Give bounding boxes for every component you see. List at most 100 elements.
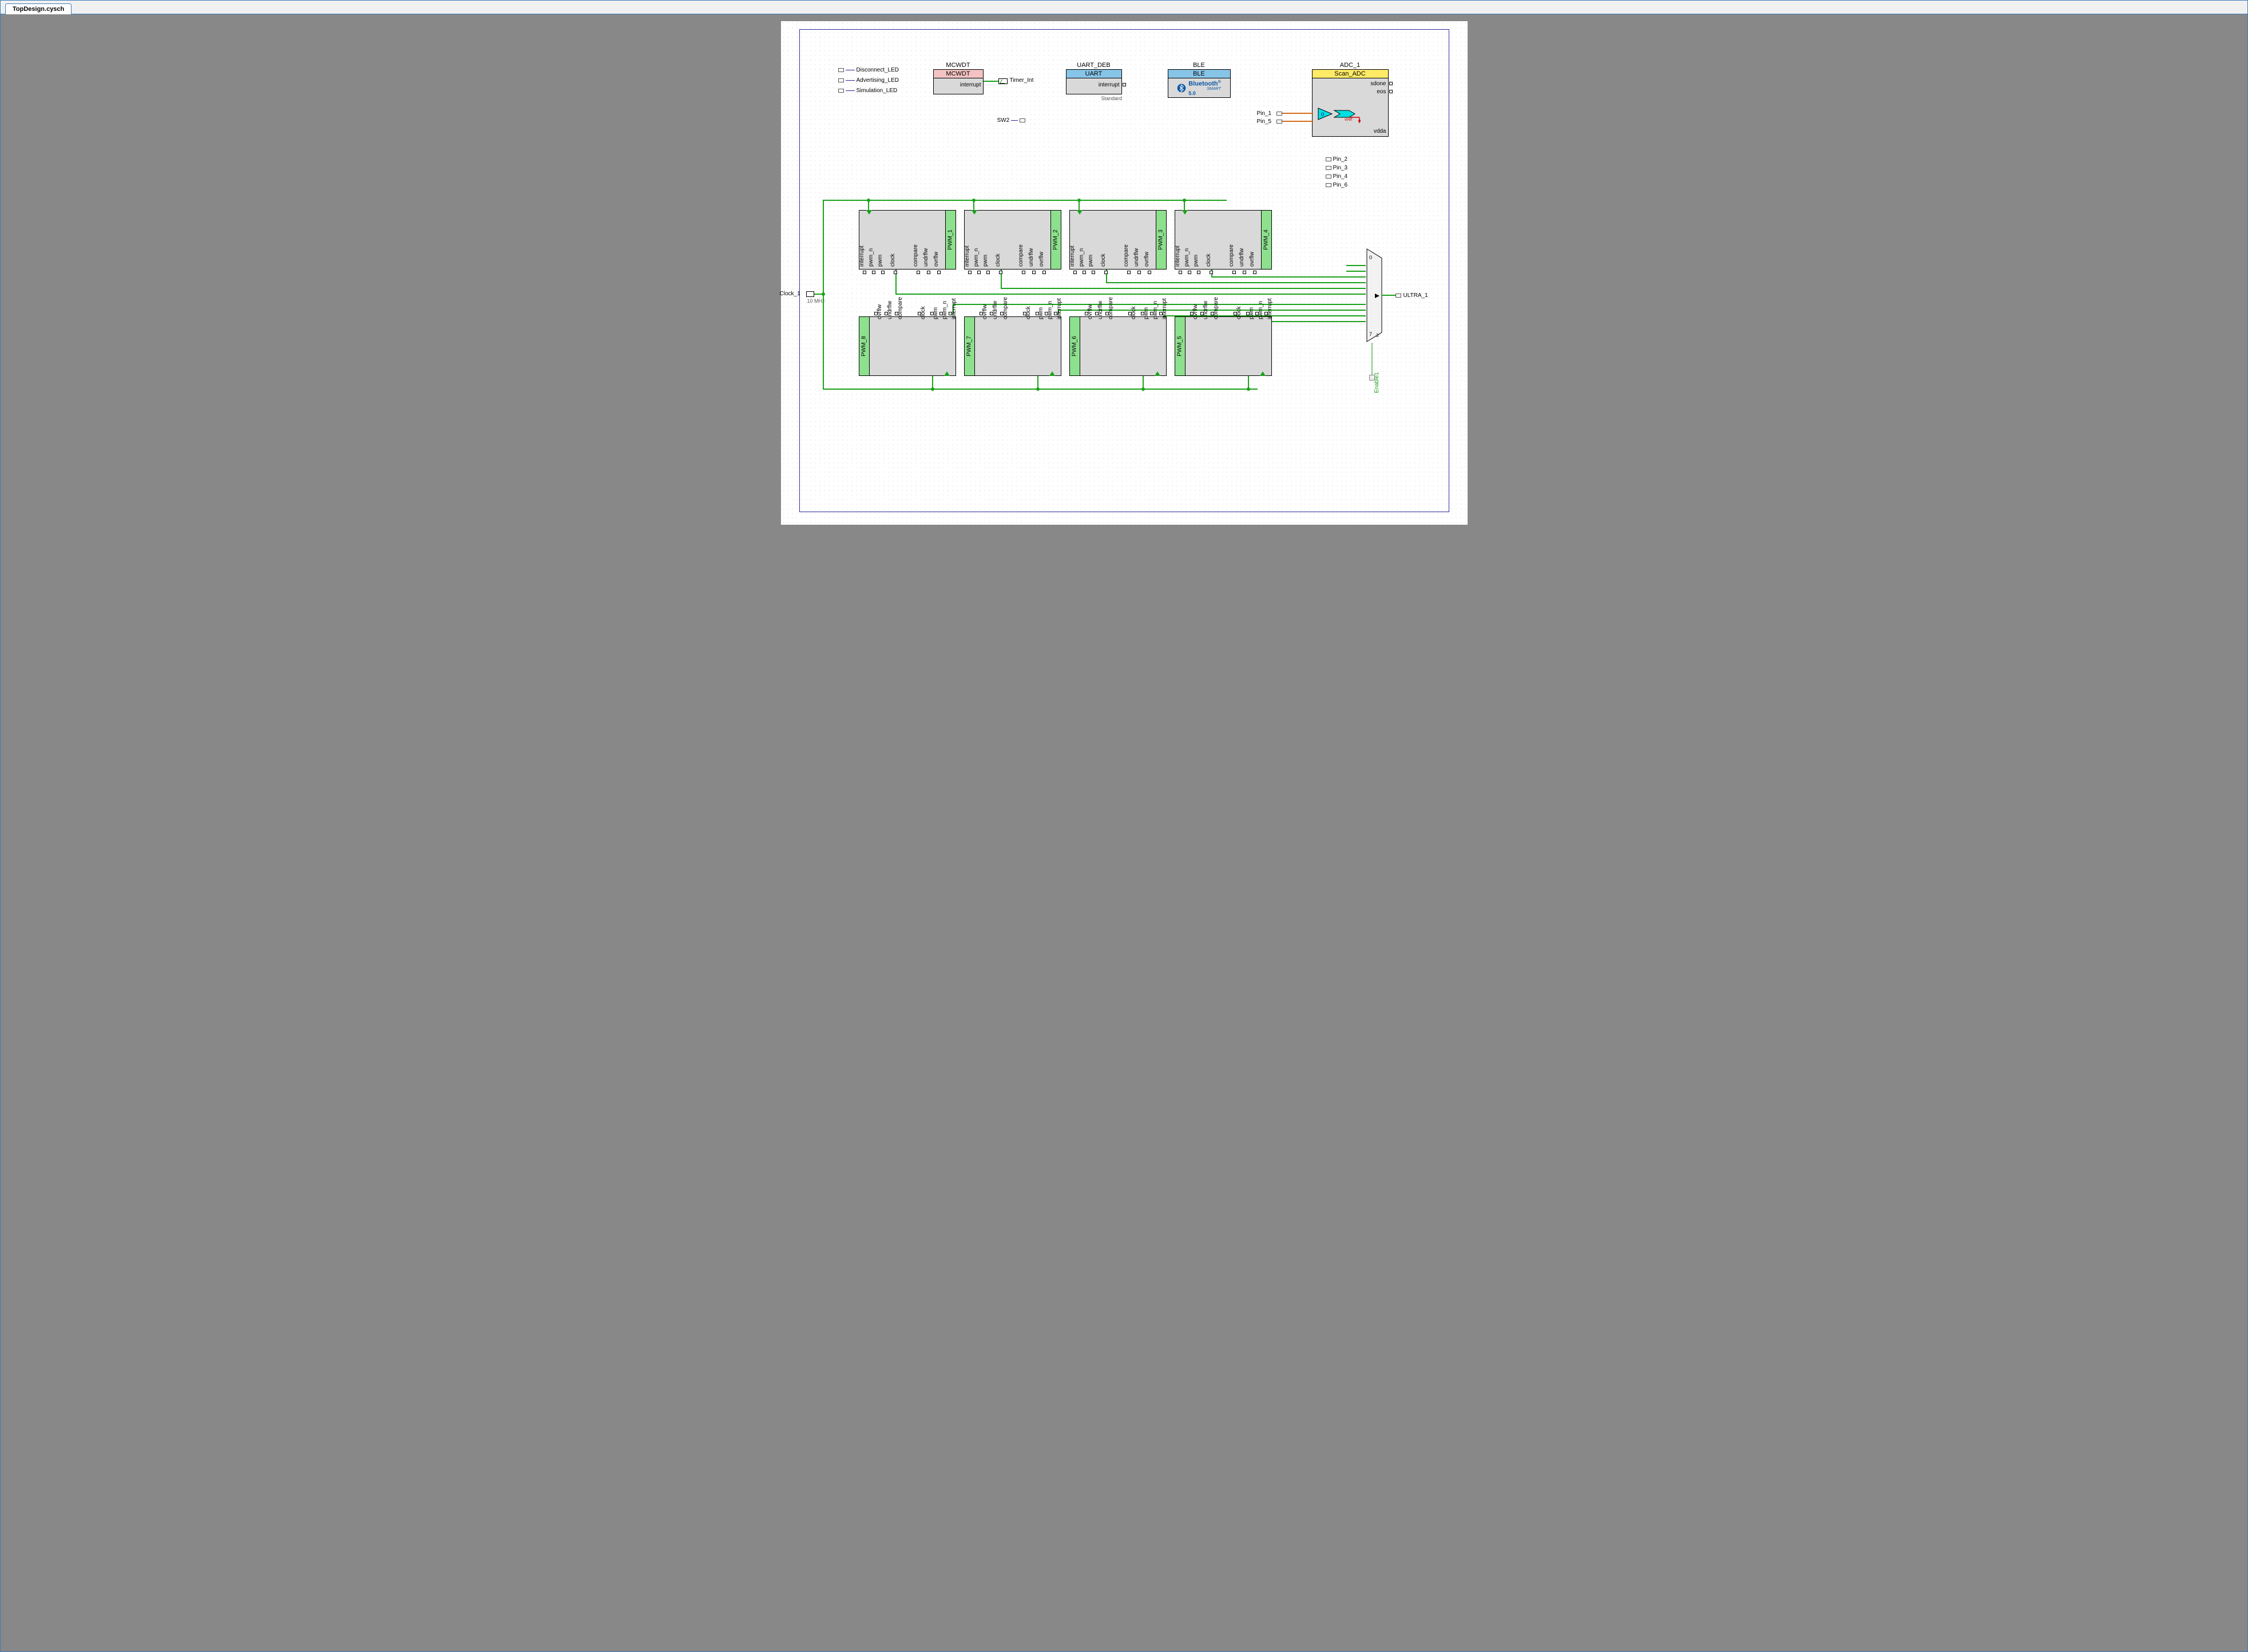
pwm-clock-arrow — [866, 210, 872, 215]
port-pin-icon — [1148, 271, 1151, 274]
bluetooth-icon — [1177, 84, 1186, 93]
pwm-port-compare: compare — [1228, 244, 1235, 267]
port-pin-icon — [874, 312, 878, 315]
pwm-block[interactable]: PWM_4interruptpwm_npwmclockcompareundrfl… — [1175, 210, 1272, 270]
uart-block[interactable]: UART interrupt — [1066, 69, 1122, 94]
pwm-port-compare: compare — [1123, 244, 1129, 267]
pwm-port-undrflw: undrflw — [1239, 248, 1245, 267]
pwm-port-pwm_n: pwm_n — [973, 248, 980, 267]
pwm-port-interrupt: interrupt — [1069, 245, 1076, 267]
port-pin-icon — [1141, 312, 1144, 315]
wire-analog — [1282, 121, 1313, 122]
wire — [823, 200, 1227, 201]
pwm-port-interrupt: interrupt — [859, 245, 865, 267]
pwm-port-pwm_n: pwm_n — [1047, 301, 1053, 319]
pin-label: Disconnect_LED — [857, 67, 899, 73]
port-pin-icon — [939, 312, 943, 315]
port-pin-icon — [1023, 312, 1026, 315]
pin-6[interactable]: Pin_6 — [1326, 182, 1348, 188]
pwm-side: PWM_1 — [945, 211, 956, 269]
pwm-clock-arrow — [1049, 371, 1055, 376]
port-pin-icon — [881, 271, 885, 274]
svg-text:0: 0 — [1321, 112, 1324, 117]
pwm-port-clock: clock — [995, 253, 1001, 267]
port-pin-icon — [1036, 312, 1039, 315]
port-pin-icon — [930, 312, 934, 315]
wire-node — [867, 199, 870, 202]
pin-advertising-led[interactable]: Advertising_LED — [838, 77, 899, 84]
pwm-block[interactable]: PWM_6interruptpwm_npwmclockcompareundrfl… — [1069, 316, 1167, 376]
port-pin-icon — [1032, 271, 1036, 274]
pwm-side-label: PWM_5 — [1177, 336, 1183, 356]
schematic-sheet[interactable]: Disconnect_LED Advertising_LED Simulatio… — [781, 21, 1468, 525]
pwm-block[interactable]: PWM_8interruptpwm_npwmclockcompareundrfl… — [859, 316, 956, 376]
pin-icon[interactable] — [1395, 294, 1401, 298]
pin-3[interactable]: Pin_3 — [1326, 165, 1348, 171]
wire — [1346, 282, 1366, 283]
port-pin-icon — [1159, 312, 1163, 315]
port-pin-icon — [1243, 271, 1246, 274]
pwm-port-compare: compare — [1108, 297, 1114, 319]
pwm-port-compare: compare — [1018, 244, 1024, 267]
adc-block[interactable]: Scan_ADC sdone eos 0 vref — [1312, 69, 1389, 137]
mcwdt-block[interactable]: MCWDT interrupt — [933, 69, 984, 94]
port-pin-icon — [1389, 90, 1393, 93]
pwm-clock-arrow — [1155, 371, 1160, 376]
clock-icon[interactable] — [806, 291, 814, 297]
pwm-block[interactable]: PWM_1interruptpwm_npwmclockcompareundrfl… — [859, 210, 956, 270]
pwm-side-label: PWM_2 — [1053, 229, 1059, 250]
pwm-port-clock: clock — [1206, 253, 1212, 267]
pin-4[interactable]: Pin_4 — [1326, 173, 1348, 180]
timer-int-label: Timer_Int — [1010, 77, 1034, 84]
port-pin-icon — [1200, 312, 1204, 315]
pin-sw2[interactable]: SW2 — [997, 117, 1026, 124]
pin-icon — [1326, 183, 1331, 187]
wire — [1001, 288, 1241, 289]
pwm-block[interactable]: PWM_2interruptpwm_npwmclockcompareundrfl… — [964, 210, 1061, 270]
ble-header: BLE — [1168, 70, 1230, 78]
wire — [953, 304, 1366, 305]
pwm-port-pwm_n: pwm_n — [942, 301, 948, 319]
pwm-port-compare: compare — [913, 244, 919, 267]
adc-title: ADC_1 — [1312, 62, 1389, 69]
pwm-port-ovrflw: ovrflw — [1249, 252, 1255, 267]
port-pin-icon — [1083, 271, 1086, 274]
ble-block[interactable]: BLE Bluetooth® SMART 5.0 — [1168, 69, 1231, 98]
port-pin-icon — [1137, 271, 1141, 274]
wire-node — [1036, 387, 1040, 391]
pwm-side: PWM_8 — [859, 317, 870, 375]
pin-2[interactable]: Pin_2 — [1326, 156, 1348, 163]
pwm-block[interactable]: PWM_3interruptpwm_npwmclockcompareundrfl… — [1069, 210, 1167, 270]
isr-icon[interactable] — [998, 78, 1008, 84]
pwm-block[interactable]: PWM_7interruptpwm_npwmclockcompareundrfl… — [964, 316, 1061, 376]
wire — [1106, 282, 1346, 283]
adc-port-sdone: sdone — [1370, 81, 1386, 87]
port-pin-icon — [863, 271, 866, 274]
pin-icon[interactable] — [1276, 120, 1282, 124]
wire — [1241, 288, 1366, 289]
tab-topdesign[interactable]: TopDesign.cysch — [5, 3, 72, 14]
wire — [846, 90, 855, 92]
pwm-clock-arrow — [1077, 210, 1083, 215]
pin-icon — [1326, 157, 1331, 161]
adc-header: Scan_ADC — [1313, 70, 1388, 78]
pin-icon[interactable] — [1276, 112, 1282, 116]
wire — [1382, 295, 1395, 296]
pin-label: SW2 — [997, 117, 1010, 124]
pwm-port-pwm_n: pwm_n — [1184, 248, 1190, 267]
port-pin-icon — [1234, 312, 1237, 315]
pin-simulation-led[interactable]: Simulation_LED — [838, 88, 898, 94]
editor-area[interactable]: Disconnect_LED Advertising_LED Simulatio… — [1, 14, 2247, 1651]
pwm-port-undrflw: undrflw — [1028, 248, 1034, 267]
pin-icon — [838, 89, 844, 93]
wire — [984, 81, 998, 82]
port-pin-icon — [1022, 271, 1025, 274]
pwm-side: PWM_4 — [1261, 211, 1271, 269]
pwm-side-label: PWM_8 — [861, 336, 867, 356]
adc-port-eos: eos — [1377, 89, 1386, 95]
pwm-block[interactable]: PWM_5interruptpwm_npwmclockcompareundrfl… — [1175, 316, 1272, 376]
pwm-port-pwm: pwm — [1088, 255, 1094, 267]
pin-disconnect-led[interactable]: Disconnect_LED — [838, 67, 899, 73]
port-pin-icon — [918, 312, 921, 315]
port-pin-icon — [894, 271, 897, 274]
